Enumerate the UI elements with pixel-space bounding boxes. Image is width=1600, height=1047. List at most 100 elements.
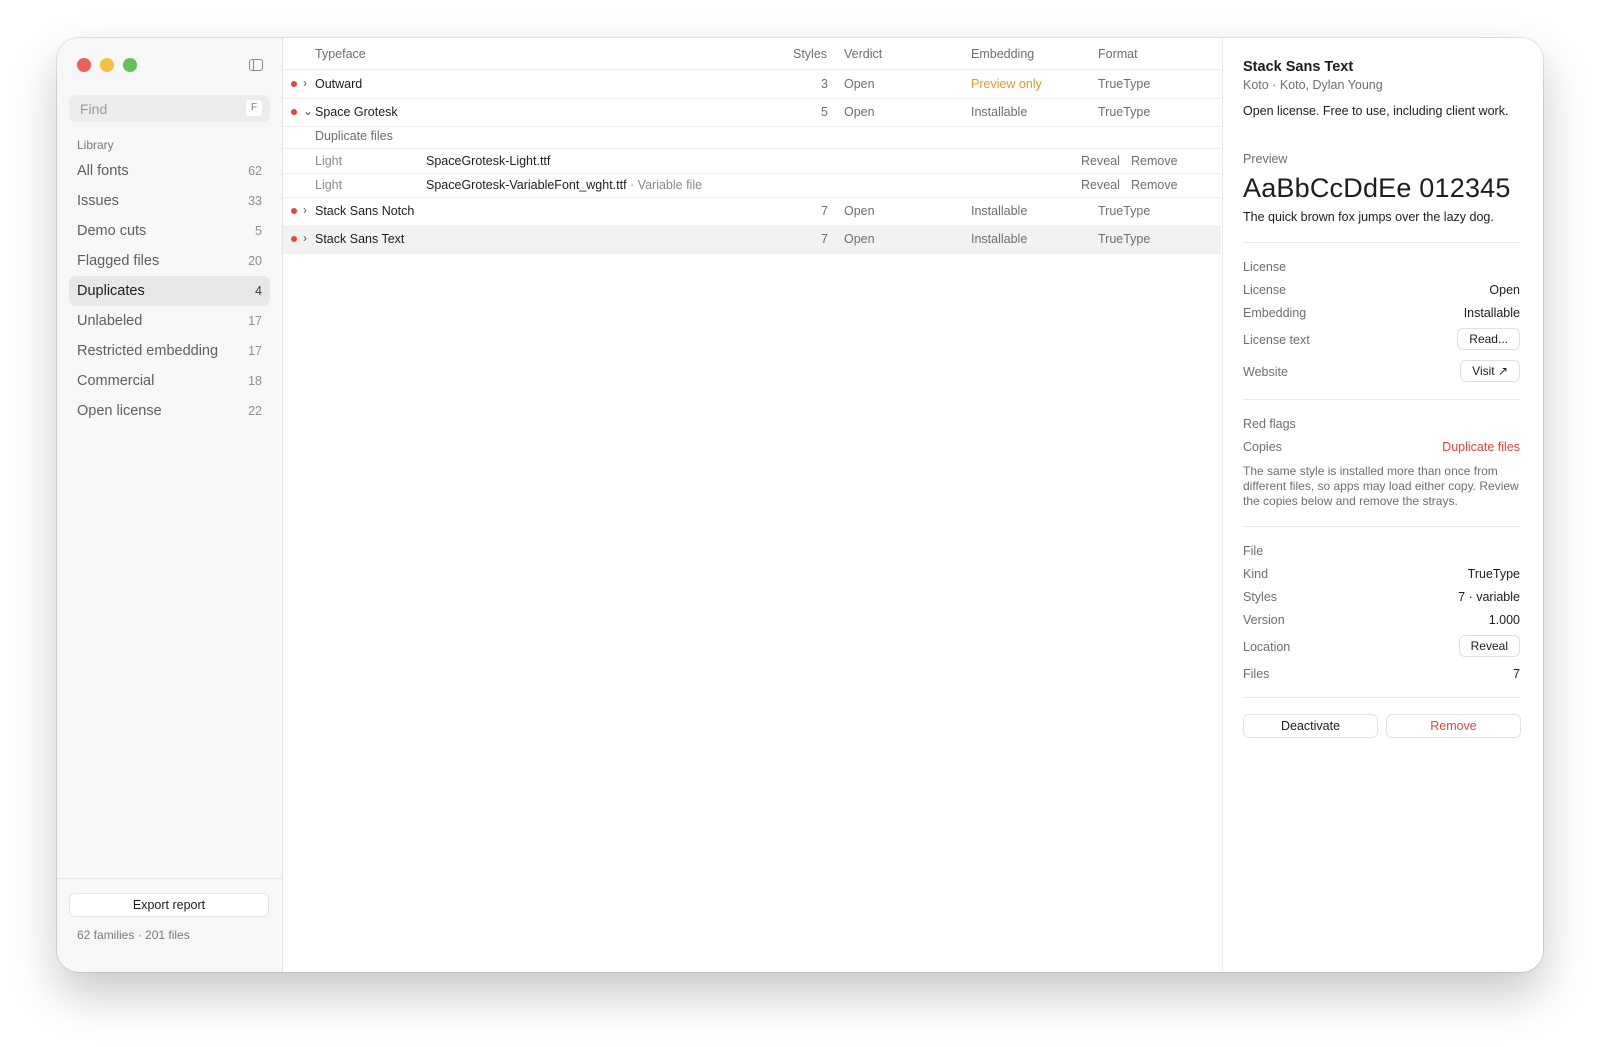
reveal-link[interactable]: Reveal [1081, 178, 1120, 192]
sidebar-item-count: 62 [248, 164, 262, 178]
format: TrueType [1098, 204, 1151, 218]
zoom-window-button[interactable] [123, 58, 137, 72]
files-key: Files [1243, 667, 1270, 681]
sidebar-item-duplicates[interactable]: Duplicates 4 [69, 276, 270, 306]
column-header-embedding[interactable]: Embedding [971, 47, 1034, 61]
inspector-description: Open license. Free to use, including cli… [1243, 104, 1509, 118]
sidebar-item-issues[interactable]: Issues 33 [69, 186, 270, 216]
column-header-typeface[interactable]: Typeface [315, 47, 366, 61]
column-header-verdict[interactable]: Verdict [844, 47, 882, 61]
version-value: 1.000 [1488, 613, 1520, 627]
file-section-label: File [1243, 544, 1264, 558]
styles-count: 3 [821, 77, 828, 91]
remove-link[interactable]: Remove [1131, 154, 1178, 168]
remove-link[interactable]: Remove [1131, 178, 1178, 192]
sidebar-item-demo-cuts[interactable]: Demo cuts 5 [69, 216, 270, 246]
inspector-title: Stack Sans Text [1243, 59, 1354, 75]
deactivate-button[interactable]: Deactivate [1243, 714, 1378, 738]
styles-count: 7 [821, 204, 828, 218]
sidebar-item-label: Restricted embedding [77, 343, 219, 359]
chevron-down-icon[interactable]: ⌄ [303, 104, 313, 118]
export-report-button[interactable]: Export report [69, 893, 269, 917]
issue-dot-icon [291, 236, 297, 242]
kind-key: Kind [1243, 567, 1269, 581]
sidebar: Find F Library All fonts 62 Issues 33 De… [57, 38, 283, 972]
sidebar-item-label: Duplicates [77, 283, 145, 299]
verdict: Open [844, 105, 875, 119]
sidebar-item-count: 17 [248, 344, 262, 358]
kind-value: TrueType [1467, 567, 1520, 581]
read-license-button[interactable]: Read... [1457, 328, 1520, 350]
chevron-right-icon[interactable]: › [303, 231, 307, 245]
copies-key: Copies [1243, 440, 1282, 454]
table-row-space-grotesk[interactable]: ⌄ Space Grotesk 5 Open Installable TrueT… [283, 98, 1221, 127]
sidebar-item-count: 17 [248, 314, 262, 328]
sidebar-item-count: 22 [248, 404, 262, 418]
table-row-stack-sans-notch[interactable]: › Stack Sans Notch 7 Open Installable Tr… [283, 197, 1221, 226]
divider [1243, 526, 1520, 527]
reveal-link[interactable]: Reveal [1081, 154, 1120, 168]
sidebar-item-all-fonts[interactable]: All fonts 62 [69, 156, 270, 186]
format: TrueType [1098, 105, 1151, 119]
sidebar-toggle-icon[interactable] [249, 59, 263, 71]
chevron-right-icon[interactable]: › [303, 76, 307, 90]
minimize-window-button[interactable] [100, 58, 114, 72]
duplicate-files-heading: Duplicate files [315, 129, 393, 143]
search-field[interactable]: Find F [69, 95, 270, 122]
typeface-name: Outward [315, 77, 363, 91]
verdict: Open [844, 232, 875, 246]
inspector-panel: Stack Sans Text Koto · Koto, Dylan Young… [1222, 38, 1543, 972]
styles-count: 5 [821, 105, 828, 119]
verdict: Open [844, 204, 875, 218]
issue-dot-icon [291, 208, 297, 214]
sidebar-item-flagged-files[interactable]: Flagged files 20 [69, 246, 270, 276]
search-shortcut-key: F [246, 100, 262, 116]
duplicate-style: Light [315, 154, 343, 168]
sidebar-item-label: Issues [77, 193, 119, 209]
sidebar-item-label: Flagged files [77, 253, 160, 269]
visit-website-button[interactable]: Visit ↗ [1460, 360, 1520, 382]
red-flags-section-label: Red flags [1243, 417, 1296, 431]
column-header-styles[interactable]: Styles [793, 47, 827, 61]
sidebar-item-count: 18 [248, 374, 262, 388]
sidebar-item-commercial[interactable]: Commercial 18 [69, 366, 270, 396]
sidebar-item-open-license[interactable]: Open license 22 [69, 396, 270, 426]
sidebar-item-count: 4 [255, 284, 262, 298]
embedding-key: Embedding [1243, 306, 1307, 320]
embedding-status: Preview only [971, 77, 1042, 91]
library-status: 62 families · 201 files [77, 928, 190, 942]
files-value: 7 [1513, 667, 1520, 681]
location-key: Location [1243, 640, 1291, 654]
remove-button[interactable]: Remove [1386, 714, 1521, 738]
reveal-location-button[interactable]: Reveal [1458, 635, 1520, 657]
sidebar-footer-divider [57, 878, 282, 879]
verdict: Open [844, 77, 875, 91]
preview-sample: AaBbCcDdEe 012345 [1243, 173, 1511, 203]
column-header-format[interactable]: Format [1098, 47, 1138, 61]
sidebar-item-count: 5 [255, 224, 262, 238]
embedding-status: Installable [971, 232, 1028, 246]
divider [1243, 242, 1520, 243]
sidebar-item-count: 20 [248, 254, 262, 268]
chevron-right-icon[interactable]: › [303, 203, 307, 217]
sidebar-item-unlabeled[interactable]: Unlabeled 17 [69, 306, 270, 336]
embedding-value: Installable [1463, 306, 1520, 320]
close-window-button[interactable] [77, 58, 91, 72]
website-key: Website [1243, 365, 1288, 379]
sidebar-item-label: Open license [77, 403, 162, 419]
styles-value: 7 · variable [1458, 590, 1520, 604]
duplicate-file-row: Light SpaceGrotesk-VariableFont_wght.ttf… [283, 173, 1221, 198]
sidebar-item-label: Demo cuts [77, 223, 147, 239]
embedding-status: Installable [971, 204, 1028, 218]
duplicate-file-row: Light SpaceGrotesk-Light.ttf Reveal Remo… [283, 149, 1221, 174]
duplicate-style: Light [315, 178, 343, 192]
issue-dot-icon [291, 109, 297, 115]
embedding-status: Installable [971, 105, 1028, 119]
duplicate-filename: SpaceGrotesk-Light.ttf [426, 154, 551, 168]
license-key: License [1243, 283, 1287, 297]
license-text-key: License text [1243, 333, 1310, 347]
table-row-stack-sans-text[interactable]: › Stack Sans Text 7 Open Installable Tru… [283, 225, 1221, 254]
sidebar-item-restricted-embedding[interactable]: Restricted embedding 17 [69, 336, 270, 366]
sidebar-item-label: All fonts [77, 163, 129, 179]
table-row-outward[interactable]: › Outward 3 Open Preview only TrueType [283, 70, 1221, 99]
